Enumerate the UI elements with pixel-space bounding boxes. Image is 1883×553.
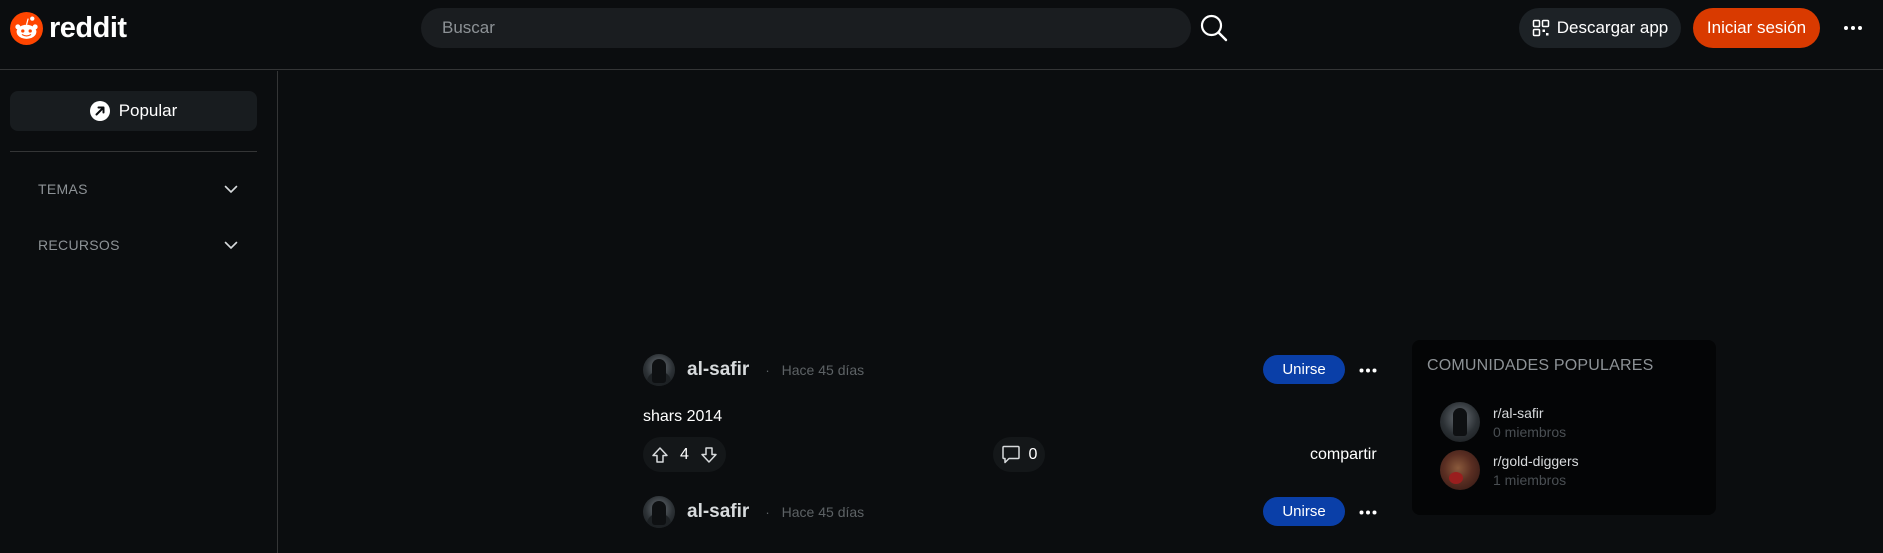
separator-dot: · [765,362,770,378]
reddit-logo-icon [10,11,43,45]
avatar [1440,450,1480,490]
sidebar-divider [10,151,257,152]
community-item[interactable]: r/al-safir 0 miembros [1440,402,1700,442]
more-icon [1359,510,1377,514]
sidebar-section-label: TEMAS [38,181,88,197]
top-navbar: reddit Descargar app Iniciar sesión [0,0,1883,70]
separator-dot: · [765,504,770,520]
comment-count: 0 [1028,445,1038,463]
upvote-icon[interactable] [651,446,669,464]
community-item[interactable]: r/gold-diggers 1 miembros [1440,450,1700,490]
more-icon [1844,26,1862,30]
post-more-button[interactable] [1356,358,1380,382]
avatar[interactable] [643,496,675,528]
downvote-icon[interactable] [700,446,718,464]
download-app-label: Descargar app [1556,18,1669,37]
post-title[interactable]: shars 2014 [643,408,722,426]
join-button[interactable]: Unirse [1263,355,1345,384]
join-label: Unirse [1282,503,1326,520]
sidebar-section-temas[interactable]: TEMAS [38,174,238,204]
sidebar-section-recursos[interactable]: RECURSOS [38,230,238,260]
search-icon[interactable] [1199,13,1229,43]
search-input[interactable] [442,18,1191,38]
popular-label: Popular [118,101,178,120]
post-username[interactable]: al-safir [687,359,749,381]
login-button[interactable]: Iniciar sesión [1693,8,1820,48]
comments-button[interactable]: 0 [993,437,1045,472]
post-header: al-safir · Hace 45 días Unirse [643,350,1383,390]
sidebar-item-popular[interactable]: Popular [10,91,257,131]
left-sidebar: Popular TEMAS RECURSOS [0,71,278,553]
reddit-logo[interactable]: reddit [10,11,127,45]
community-members: 0 miembros [1493,423,1567,440]
vote-controls: 4 [643,437,726,472]
popular-arrow-icon [89,101,110,121]
share-button[interactable]: compartir [1310,446,1377,464]
post-timestamp: Hace 45 días [781,362,865,378]
avatar[interactable] [643,354,675,386]
logo-wordmark: reddit [49,11,127,44]
post-header: al-safir · Hace 45 días Unirse [643,492,1383,532]
comment-icon [1001,445,1020,464]
community-members: 1 miembros [1493,471,1567,488]
popular-communities-panel: COMUNIDADES POPULARES r/al-safir 0 miemb… [1412,340,1716,515]
chevron-down-icon [224,241,238,249]
post-username[interactable]: al-safir [687,501,749,523]
join-label: Unirse [1282,361,1326,378]
panel-title: COMUNIDADES POPULARES [1427,357,1654,374]
chevron-down-icon [224,185,238,193]
login-label: Iniciar sesión [1706,18,1807,37]
more-options-button[interactable] [1838,16,1868,40]
avatar [1440,402,1480,442]
sidebar-section-label: RECURSOS [38,237,120,253]
post-timestamp: Hace 45 días [781,504,865,520]
community-name: r/gold-diggers [1493,452,1579,469]
join-button[interactable]: Unirse [1263,497,1345,526]
more-icon [1359,368,1377,372]
community-name: r/al-safir [1493,404,1544,421]
vote-count: 4 [680,445,689,463]
search-bar[interactable] [421,8,1191,48]
post-more-button[interactable] [1356,500,1380,524]
qr-grid-icon [1532,19,1549,37]
download-app-button[interactable]: Descargar app [1519,8,1681,48]
